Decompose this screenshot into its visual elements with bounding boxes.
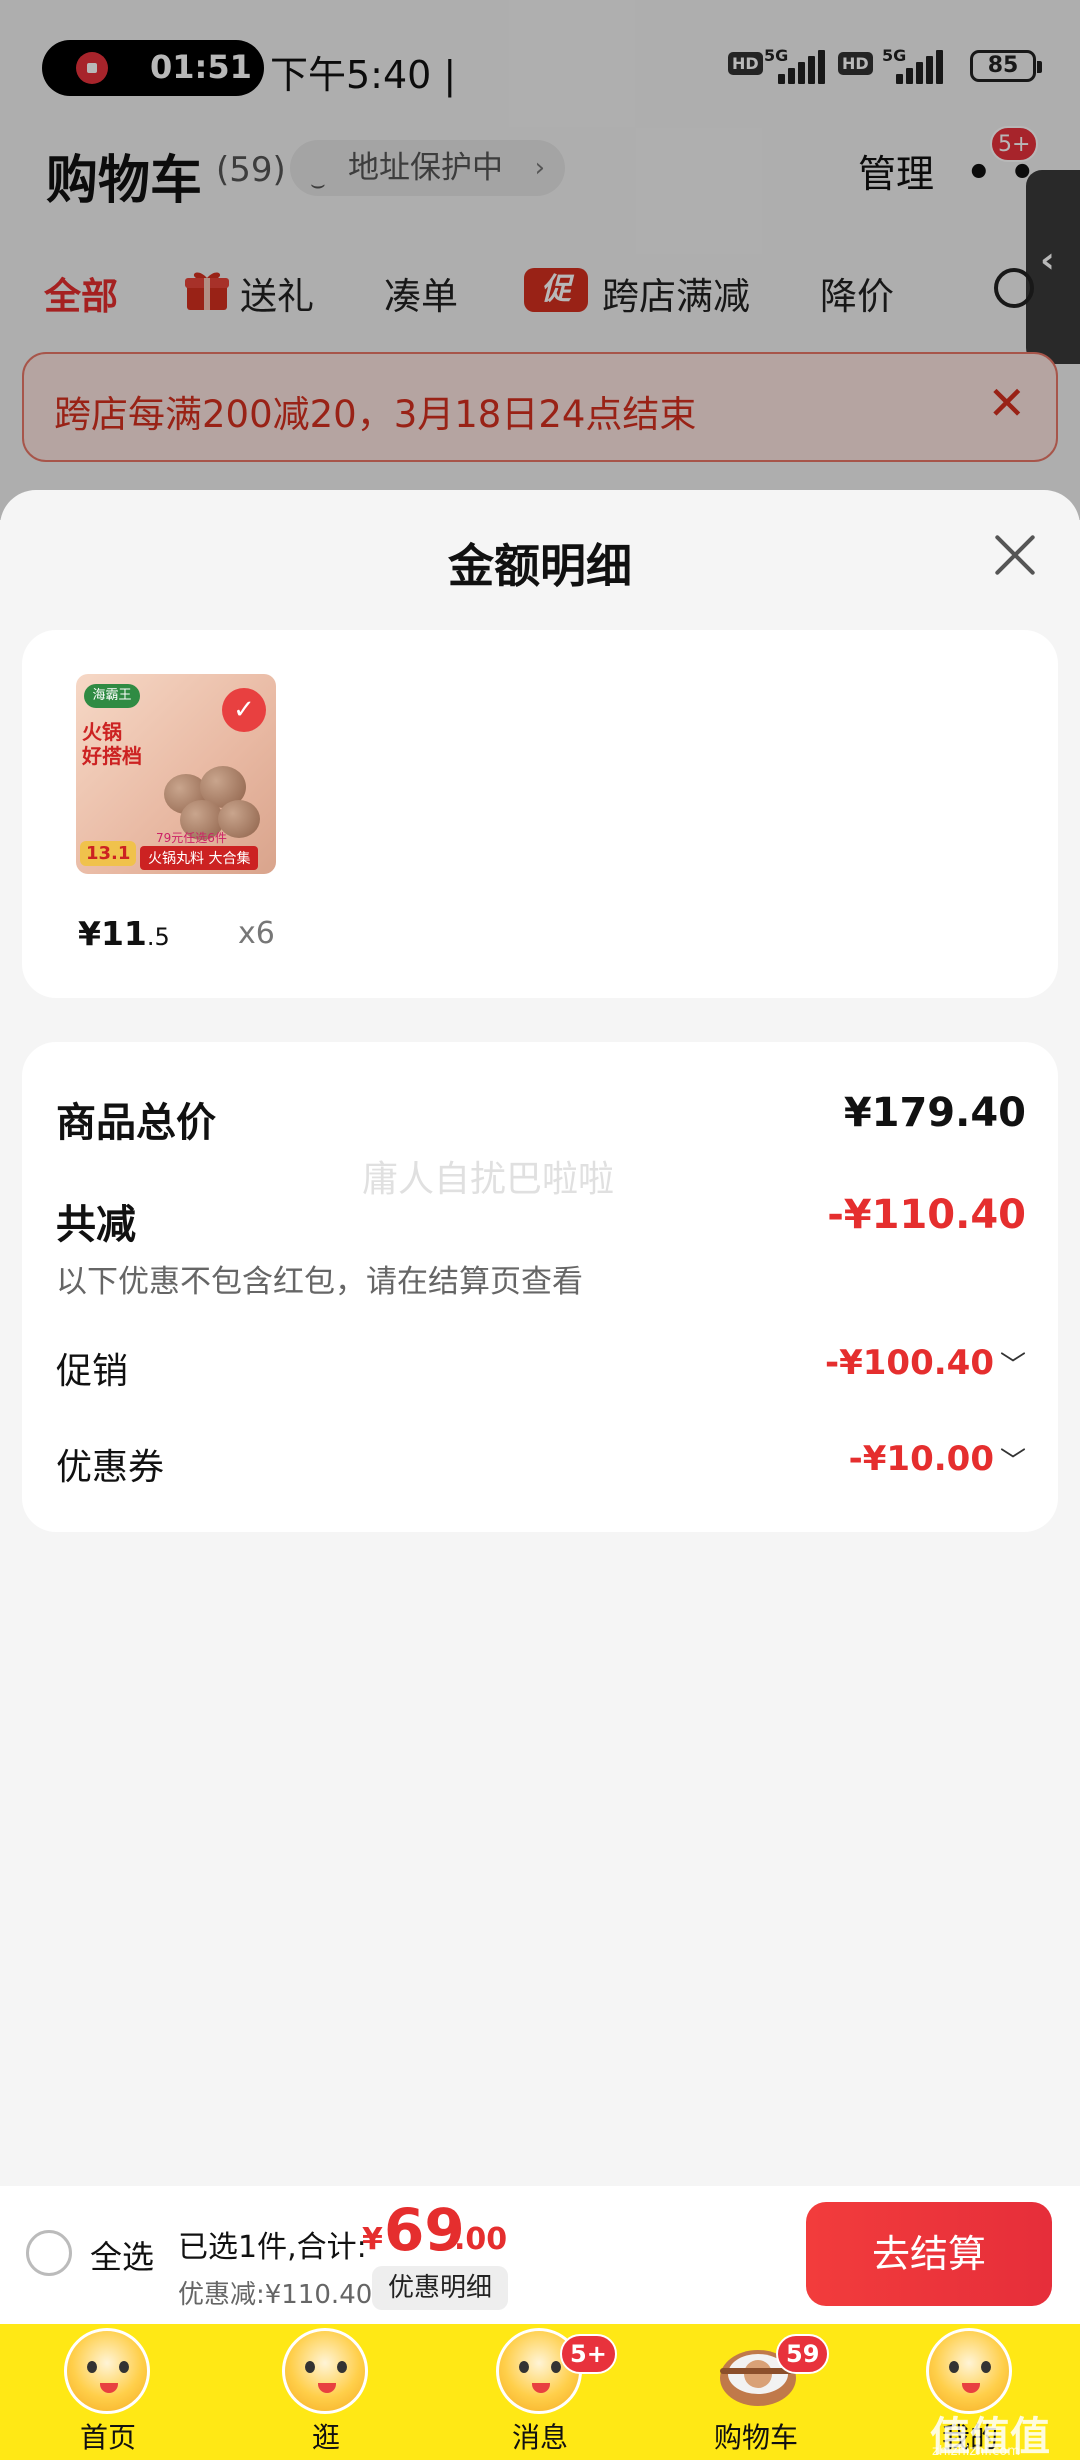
discount-note: 以下优惠不包含红包，请在结算页查看 <box>56 1264 583 1300</box>
tab-home[interactable]: 首页 <box>28 2324 188 2460</box>
coupon-row-expand[interactable]: -¥10.00 ﹀ <box>849 1438 1026 1479</box>
tab-messages[interactable]: 5+ 消息 <box>460 2324 620 2460</box>
thumbnail-sub: 79元任选6件 <box>156 831 227 845</box>
promo-row-expand[interactable]: -¥100.40 ﹀ <box>825 1342 1026 1383</box>
total-price-value: ¥179.40 <box>843 1090 1026 1136</box>
tab-label: 首页 <box>79 2421 136 2454</box>
total-decimal: .00 <box>454 2222 508 2257</box>
product-quantity: x6 <box>238 916 275 951</box>
discount-detail-button[interactable]: 优惠明细 <box>372 2266 509 2310</box>
checkout-button[interactable]: 去结算 <box>806 2202 1052 2306</box>
home-icon <box>64 2328 150 2414</box>
browse-icon <box>282 2328 368 2414</box>
promo-value: -¥100.40 <box>825 1343 994 1383</box>
total-amount: 69 <box>384 2196 465 2264</box>
discount-label: 共减 <box>56 1202 136 1248</box>
close-icon[interactable] <box>988 530 1038 580</box>
product-price: ¥11.5 <box>78 914 170 953</box>
sheet-title: 金额明细 <box>448 539 632 593</box>
amount-detail-sheet: 金额明细 海霸王 火锅 好搭档 ✓ 79元任选6件 13.1 火锅丸料 大合集 … <box>0 490 1080 2460</box>
price-summary-card: 庸人自扰巴啦啦 商品总价 ¥179.40 共减 -¥110.40 以下优惠不包含… <box>22 1042 1058 1532</box>
brand-logo: 海霸王 <box>84 684 140 708</box>
product-card: 海霸王 火锅 好搭档 ✓ 79元任选6件 13.1 火锅丸料 大合集 ¥11.5… <box>22 630 1058 998</box>
check-icon: ✓ <box>222 688 266 732</box>
total-price-label: 商品总价 <box>56 1100 216 1146</box>
selected-count: 已选1件,合计: <box>178 2230 367 2265</box>
bottom-tab-bar: 首页 逛 5+ 消息 59 购物车 我的 <box>0 2324 1080 2460</box>
thumbnail-price: 13.1 <box>80 841 137 866</box>
discount-summary: 优惠减:¥110.40 <box>178 2280 373 2310</box>
cart-badge: 59 <box>776 2334 830 2374</box>
site-watermark-url: zhizhizhi.com <box>932 2444 1020 2459</box>
coupon-label: 优惠券 <box>56 1447 165 1488</box>
chevron-down-icon: ﹀ <box>999 1447 1026 1477</box>
select-all-checkbox[interactable] <box>26 2230 72 2276</box>
messages-badge: 5+ <box>560 2334 617 2374</box>
tab-browse[interactable]: 逛 <box>246 2324 406 2460</box>
total-currency: ¥ <box>362 2222 383 2257</box>
thumbnail-label: 火锅丸料 大合集 <box>140 846 259 870</box>
chevron-down-icon: ﹀ <box>999 1351 1026 1381</box>
discount-value: -¥110.40 <box>827 1192 1026 1238</box>
select-all-label[interactable]: 全选 <box>90 2232 154 2278</box>
promo-label: 促销 <box>56 1351 129 1392</box>
watermark: 庸人自扰巴啦啦 <box>362 1159 615 1200</box>
tab-label: 逛 <box>311 2421 340 2454</box>
dim-overlay[interactable] <box>0 0 1080 520</box>
tab-label: 购物车 <box>713 2421 798 2454</box>
tab-cart[interactable]: 59 购物车 <box>676 2324 836 2460</box>
checkout-bar: 全选 已选1件,合计: ¥ 69 .00 优惠减:¥110.40 优惠明细 去结… <box>0 2186 1080 2324</box>
thumbnail-text: 火锅 好搭档 <box>82 720 142 768</box>
coupon-value: -¥10.00 <box>848 1439 994 1479</box>
product-thumbnail[interactable]: 海霸王 火锅 好搭档 ✓ 79元任选6件 13.1 火锅丸料 大合集 <box>76 674 276 874</box>
profile-icon <box>926 2328 1012 2414</box>
tab-label: 消息 <box>511 2421 568 2454</box>
